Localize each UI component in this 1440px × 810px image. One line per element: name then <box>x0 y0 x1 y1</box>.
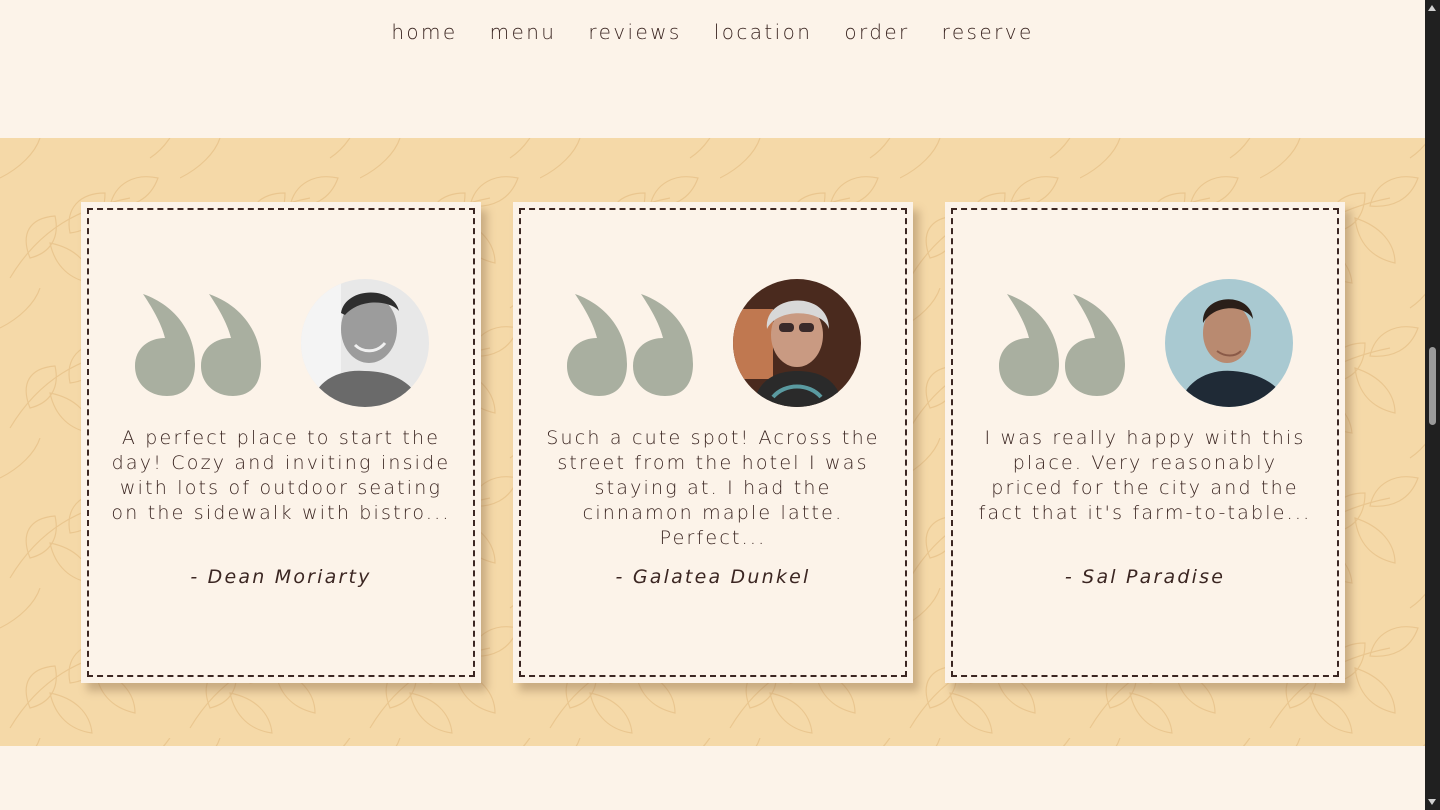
review-card: A perfect place to start the day! Cozy a… <box>81 202 481 683</box>
review-text: I was really happy with this place. Very… <box>978 427 1312 524</box>
review-card-border: A perfect place to start the day! Cozy a… <box>87 208 475 677</box>
nav-reviews[interactable]: reviews <box>588 20 681 44</box>
scroll-up-arrow-icon[interactable] <box>1428 5 1436 11</box>
review-card-border: Such a cute spot! Across the street from… <box>519 208 907 677</box>
nav-reserve[interactable]: reserve <box>942 20 1034 44</box>
review-card: I was really happy with this place. Very… <box>945 202 1345 683</box>
nav-home[interactable]: home <box>391 20 457 44</box>
quote-icon <box>999 294 1125 396</box>
scrollbar-thumb[interactable] <box>1429 347 1436 425</box>
reviewer-avatar <box>1165 279 1293 407</box>
review-text: A perfect place to start the day! Cozy a… <box>111 427 451 524</box>
review-card: Such a cute spot! Across the street from… <box>513 202 913 683</box>
quote-icon <box>135 294 261 396</box>
nav-order[interactable]: order <box>844 20 909 44</box>
review-text: Such a cute spot! Across the street from… <box>546 427 880 549</box>
nav-location[interactable]: location <box>714 20 813 44</box>
page-scrollbar[interactable] <box>1425 0 1440 810</box>
reviewer-avatar <box>733 279 861 407</box>
review-card-border: I was really happy with this place. Very… <box>951 208 1339 677</box>
quote-icon <box>567 294 693 396</box>
reviewer-avatar <box>301 279 429 407</box>
reviews-section: A perfect place to start the day! Cozy a… <box>0 138 1425 746</box>
main-nav: home menu reviews location order reserve <box>0 0 1425 138</box>
reviewer-name: - Galatea Dunkel <box>615 566 811 588</box>
reviewer-name: - Dean Moriarty <box>190 566 372 588</box>
reviewer-name: - Sal Paradise <box>1064 566 1226 588</box>
scroll-down-arrow-icon[interactable] <box>1428 799 1436 805</box>
nav-menu[interactable]: menu <box>490 20 557 44</box>
